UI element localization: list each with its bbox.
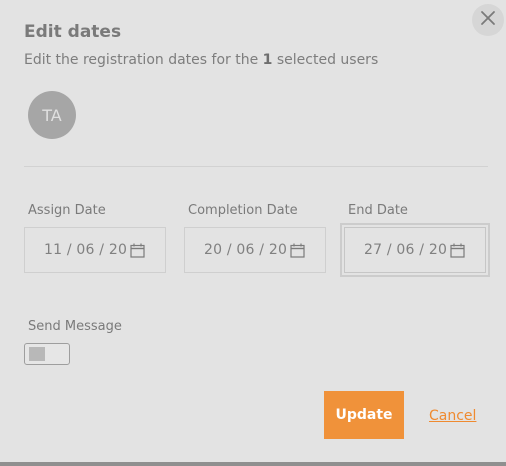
subtitle-prefix: Edit the registration dates for the xyxy=(24,52,263,68)
dialog-title: Edit dates xyxy=(24,22,122,42)
calendar-icon[interactable] xyxy=(450,243,465,258)
cancel-link[interactable]: Cancel xyxy=(429,408,476,424)
divider xyxy=(24,166,488,167)
avatar: TA xyxy=(28,91,76,139)
close-button[interactable] xyxy=(472,4,504,36)
toggle-knob xyxy=(29,347,45,361)
close-icon xyxy=(480,10,496,30)
edit-dates-dialog: Edit dates Edit the registration dates f… xyxy=(0,0,506,466)
end-date-inner: 27 / 06 / 2023 xyxy=(344,227,486,273)
completion-date-value: 20 / 06 / 2023 xyxy=(204,242,288,258)
calendar-icon[interactable] xyxy=(290,243,305,258)
assign-date-input[interactable]: 11 / 06 / 2023 xyxy=(24,227,166,273)
end-date-label: End Date xyxy=(348,203,408,218)
subtitle-suffix: selected users xyxy=(272,52,379,68)
end-date-input[interactable]: 27 / 06 / 2023 xyxy=(340,223,490,277)
calendar-icon[interactable] xyxy=(130,243,145,258)
assign-date-value: 11 / 06 / 2023 xyxy=(44,242,128,258)
selected-count: 1 xyxy=(262,52,273,68)
send-message-toggle[interactable] xyxy=(24,343,70,365)
completion-date-label: Completion Date xyxy=(188,203,298,218)
update-button[interactable]: Update xyxy=(324,391,404,439)
assign-date-label: Assign Date xyxy=(28,203,106,218)
send-message-label: Send Message xyxy=(28,319,122,334)
completion-date-input[interactable]: 20 / 06 / 2023 xyxy=(184,227,326,273)
dialog-subtitle: Edit the registration dates for the 1 se… xyxy=(24,52,378,68)
end-date-value: 27 / 06 / 2023 xyxy=(364,242,448,258)
